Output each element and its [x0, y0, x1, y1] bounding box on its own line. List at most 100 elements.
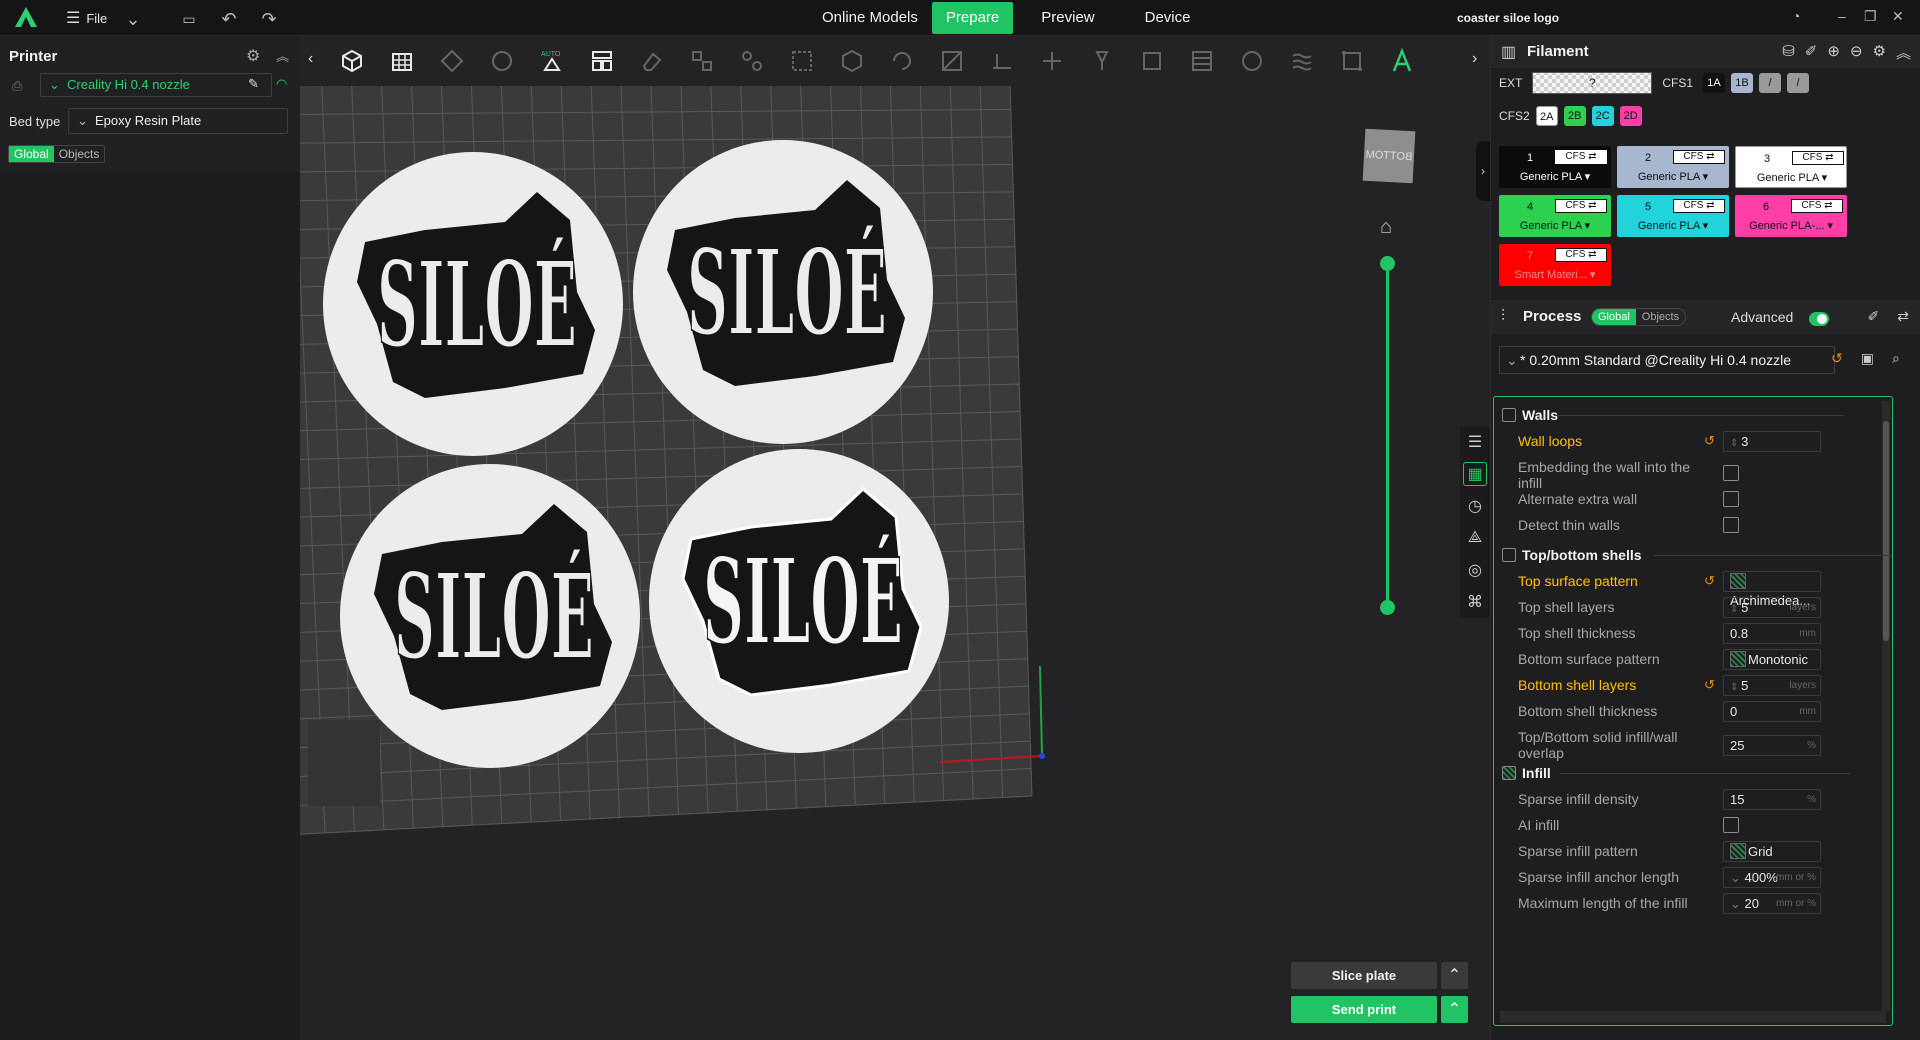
variable-layer-icon[interactable] — [784, 43, 820, 79]
cfs-map-button[interactable]: CFS ⇄ — [1555, 199, 1607, 213]
coaster-object[interactable]: SILOÉ — [649, 449, 949, 753]
filament-slot-1[interactable]: 1 CFS ⇄ Generic PLA ▾ — [1499, 146, 1611, 188]
advanced-toggle[interactable] — [1809, 312, 1829, 326]
scale-icon[interactable] — [934, 43, 970, 79]
cfs1-slot[interactable]: 1B — [1731, 73, 1754, 93]
save-preset-icon[interactable]: ▣ — [1861, 350, 1874, 367]
filament-slot-5[interactable]: 5 CFS ⇄ Generic PLA ▾ — [1617, 195, 1729, 237]
reset-preset-icon[interactable]: ↺ — [1831, 350, 1843, 367]
arrange-icon[interactable] — [484, 43, 520, 79]
erase-icon[interactable] — [634, 43, 670, 79]
chevron-down-icon[interactable]: ⌄ — [1730, 896, 1745, 911]
ext-slot[interactable]: ? — [1532, 72, 1653, 94]
collapse-icon[interactable]: ︽ — [276, 46, 289, 65]
cfs1-slot[interactable]: / — [1759, 73, 1782, 93]
cfs1-slot[interactable]: 1A — [1703, 73, 1726, 93]
cfs-map-button[interactable]: CFS ⇄ — [1555, 150, 1607, 164]
save-icon[interactable]: ▭ — [178, 8, 200, 30]
printer-settings-icon[interactable]: ⚙ — [246, 46, 260, 66]
compare-icon[interactable]: ⇄ — [1897, 308, 1909, 325]
setting-value-field[interactable]: 15% — [1723, 789, 1821, 810]
cut-icon[interactable] — [1034, 43, 1070, 79]
setting-value-field[interactable]: ⌄ 400% mm or % — [1723, 867, 1821, 888]
file-menu[interactable]: ☰ File — [66, 8, 107, 28]
add-plate-icon[interactable] — [384, 43, 420, 79]
cfs-sync-icon[interactable]: ⛁ — [1782, 42, 1795, 63]
quality-icon[interactable]: ☰ — [1463, 430, 1487, 454]
cfs-map-button[interactable]: CFS ⇄ — [1792, 151, 1844, 165]
restore-icon[interactable]: ❐ — [1864, 8, 1877, 25]
section-shells[interactable]: Top/bottom shells — [1502, 547, 1642, 563]
settings-scroll-thumb[interactable] — [1883, 421, 1889, 641]
tab-online-models[interactable]: Online Models — [808, 2, 932, 34]
strength-icon[interactable]: ▦ — [1463, 462, 1487, 486]
support-icon[interactable]: ◔ — [1792, 8, 1800, 24]
gear-icon[interactable]: ⚙ — [1873, 42, 1886, 63]
cfs1-slot[interactable]: / — [1787, 73, 1810, 93]
support-paint-icon[interactable] — [1084, 43, 1120, 79]
color-paint-icon[interactable] — [1234, 43, 1270, 79]
lay-on-face-icon[interactable] — [984, 43, 1020, 79]
coaster-object[interactable]: SILOÉ — [323, 152, 623, 456]
3d-viewport[interactable]: ‹ › AUTO SILOÉ SILOÉ SILOÉ SILOÉ BOTTOM … — [300, 36, 1490, 1040]
remove-icon[interactable]: ⊖ — [1850, 42, 1863, 63]
filament-slot-4[interactable]: 4 CFS ⇄ Generic PLA ▾ — [1499, 195, 1611, 237]
fuzzy-skin-icon[interactable] — [1284, 43, 1320, 79]
spin-icon[interactable]: ⇕ — [1730, 604, 1741, 615]
auto-orient-icon[interactable]: AUTO — [534, 43, 570, 79]
filament-slot-2[interactable]: 2 CFS ⇄ Generic PLA ▾ — [1617, 146, 1729, 188]
collapse-icon[interactable]: ︽ — [1896, 42, 1911, 63]
layer-slider-top-handle[interactable] — [1380, 256, 1395, 271]
tab-prepare[interactable]: Prepare — [931, 2, 1014, 34]
setting-checkbox[interactable] — [1723, 465, 1739, 481]
filament-type-select[interactable]: Generic PLA ▾ — [1742, 171, 1842, 184]
cfs-map-button[interactable]: CFS ⇄ — [1673, 199, 1725, 213]
section-walls[interactable]: Walls — [1502, 407, 1558, 423]
view-cube[interactable]: BOTTOM — [1362, 128, 1416, 184]
settings-hscrollbar[interactable] — [1500, 1011, 1886, 1023]
undo-icon[interactable]: ↶ — [218, 8, 240, 30]
minimize-icon[interactable]: – — [1838, 8, 1846, 24]
scope-global[interactable]: Global — [9, 146, 54, 162]
build-plate[interactable]: SILOÉ SILOÉ SILOÉ SILOÉ — [300, 86, 1490, 1040]
process-scope-global[interactable]: Global — [1592, 309, 1636, 325]
filament-type-select[interactable]: Smart Materi... ▾ — [1505, 268, 1605, 281]
spin-icon[interactable]: ⇕ — [1730, 438, 1741, 449]
tab-preview[interactable]: Preview — [1027, 2, 1108, 34]
cfs2-slot[interactable]: 2D — [1619, 106, 1642, 126]
tab-device[interactable]: Device — [1131, 2, 1205, 34]
close-icon[interactable]: ✕ — [1892, 8, 1904, 25]
measure-icon[interactable] — [1334, 43, 1370, 79]
setting-value-field[interactable]: 0.8 mm — [1723, 623, 1821, 644]
multimaterial-icon[interactable]: ⌘ — [1463, 590, 1487, 614]
reset-value-icon[interactable]: ↺ — [1704, 573, 1715, 589]
setting-value-field[interactable]: ⌄ 20 mm or % — [1723, 893, 1821, 914]
setting-value-field[interactable]: 0 mm — [1723, 701, 1821, 722]
setting-checkbox[interactable] — [1723, 517, 1739, 533]
filament-slot-6[interactable]: 6 CFS ⇄ Generic PLA-... ▾ — [1735, 195, 1847, 237]
setting-value-field[interactable]: ⇕ 3 — [1723, 431, 1821, 452]
spin-icon[interactable]: ⇕ — [1730, 682, 1741, 693]
filament-type-select[interactable]: Generic PLA-... ▾ — [1741, 219, 1841, 232]
layout-icon[interactable] — [584, 43, 620, 79]
cfs-map-button[interactable]: CFS ⇄ — [1791, 199, 1843, 213]
reset-value-icon[interactable]: ↺ — [1704, 433, 1715, 449]
chevron-down-icon[interactable]: ⌄ — [122, 8, 144, 30]
filament-type-select[interactable]: Generic PLA ▾ — [1623, 170, 1723, 183]
filament-type-select[interactable]: Generic PLA ▾ — [1505, 219, 1605, 232]
setting-checkbox[interactable] — [1723, 817, 1739, 833]
split-parts-icon[interactable] — [734, 43, 770, 79]
search-icon[interactable]: ⌕ — [1892, 350, 1900, 367]
filament-type-select[interactable]: Generic PLA ▾ — [1505, 170, 1605, 183]
send-options-chevron-icon[interactable]: ⌃ — [1441, 996, 1468, 1023]
filament-type-select[interactable]: Generic PLA ▾ — [1623, 219, 1723, 232]
chevron-down-icon[interactable]: ⌄ — [1730, 870, 1745, 885]
setting-value-field[interactable]: ⇕ 5 layers — [1723, 675, 1821, 696]
tune-icon[interactable]: ✐ — [1868, 308, 1880, 325]
rotate-icon[interactable] — [884, 43, 920, 79]
process-scope-objects[interactable]: Objects — [1636, 309, 1685, 325]
add-icon[interactable]: ⊕ — [1827, 42, 1840, 63]
split-objects-icon[interactable] — [684, 43, 720, 79]
support-icon[interactable]: ⟁ — [1463, 526, 1487, 550]
scope-objects[interactable]: Objects — [54, 146, 105, 162]
